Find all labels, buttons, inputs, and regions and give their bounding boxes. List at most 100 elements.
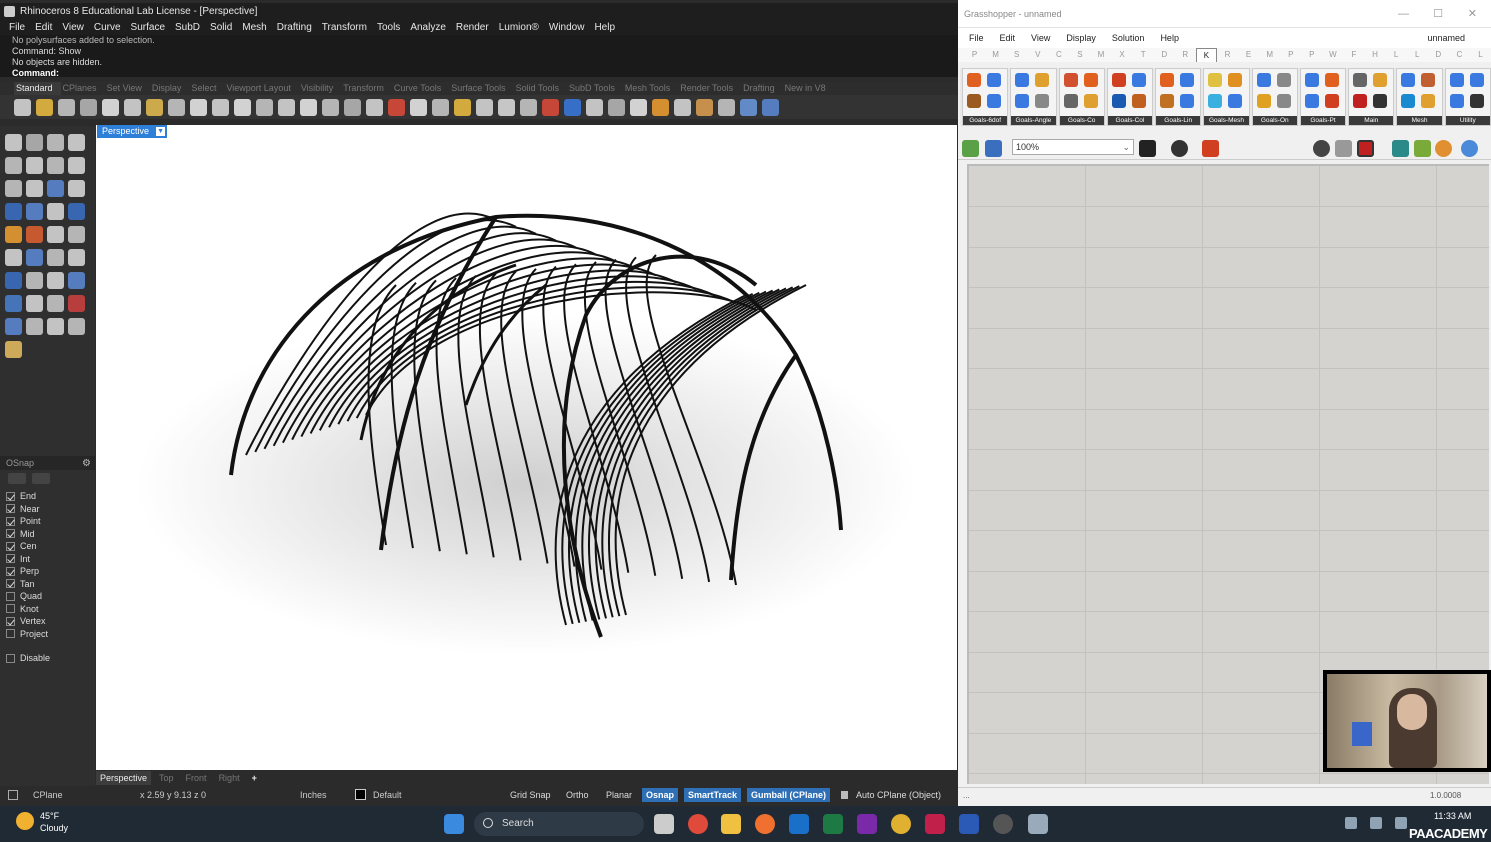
cage-icon[interactable] (5, 249, 22, 266)
gh-tab[interactable]: L (1470, 48, 1491, 62)
component-icon[interactable] (1180, 73, 1195, 87)
arc-icon[interactable] (5, 180, 22, 197)
component-icon[interactable] (1160, 73, 1175, 87)
component-icon[interactable] (1111, 73, 1126, 87)
toolbar-tab-mesh-tools[interactable]: Mesh Tools (623, 82, 678, 95)
gh-tab[interactable]: E (1238, 48, 1259, 62)
gh-tab[interactable]: M (1259, 48, 1280, 62)
menu-lumion[interactable]: Lumion® (494, 20, 544, 35)
osnap-point[interactable]: Point (0, 515, 95, 528)
menu-file[interactable]: File (4, 20, 30, 35)
boolean-icon[interactable] (68, 272, 85, 289)
gh-tab[interactable]: L (1407, 48, 1428, 62)
gumball-icon[interactable] (68, 295, 85, 312)
extrude-icon[interactable] (5, 203, 22, 220)
gh-tab[interactable]: P (964, 48, 985, 62)
indesign-icon[interactable] (925, 814, 945, 834)
polyline-icon[interactable] (47, 134, 64, 151)
plugins-icon[interactable] (674, 98, 691, 116)
display-sphere-icon[interactable] (1461, 140, 1478, 157)
explode-icon[interactable] (26, 226, 43, 243)
osnap-checkbox[interactable] (6, 491, 15, 501)
document-name[interactable]: unnamed (1427, 28, 1473, 48)
file-explorer-icon[interactable] (721, 814, 741, 834)
osnap-checkbox[interactable] (6, 616, 15, 626)
lights-icon[interactable] (454, 98, 471, 116)
component-icon[interactable] (1015, 94, 1030, 108)
minimize-icon[interactable]: — (1398, 0, 1409, 28)
component-icon[interactable] (1324, 73, 1339, 87)
component-icon[interactable] (1131, 94, 1146, 108)
toolbar-tab-curve-tools[interactable]: Curve Tools (392, 82, 449, 95)
help-icon[interactable] (762, 98, 779, 116)
osnap-knot[interactable]: Knot (0, 603, 95, 616)
maximize-icon[interactable]: ☐ (1433, 0, 1443, 28)
component-icon[interactable] (967, 94, 981, 108)
viewport-label-perspective[interactable]: Perspective ▼ (97, 125, 168, 138)
osnap-quad[interactable]: Quad (0, 590, 95, 603)
close-icon[interactable]: ✕ (1468, 0, 1477, 28)
print-icon[interactable] (80, 98, 97, 116)
status-layer[interactable]: Default (373, 786, 402, 804)
zoom-in-icon[interactable] (256, 98, 273, 116)
panel-toggle-icon[interactable] (8, 790, 18, 800)
options-icon[interactable] (696, 98, 713, 116)
gh-tab[interactable]: P (1301, 48, 1322, 62)
move-icon[interactable] (5, 272, 22, 289)
component-icon[interactable] (1256, 94, 1271, 108)
box-icon[interactable] (68, 249, 85, 266)
chevron-up-icon[interactable] (1320, 817, 1332, 829)
layer-color-swatch[interactable] (355, 789, 366, 800)
render-icon[interactable] (564, 98, 581, 116)
mirror-icon[interactable] (5, 318, 22, 335)
text-icon[interactable] (718, 98, 735, 116)
join-icon[interactable] (68, 203, 85, 220)
loft-icon[interactable] (26, 203, 43, 220)
ellipse-icon[interactable] (26, 157, 43, 174)
perspective-viewport[interactable] (96, 125, 957, 770)
gh-tab[interactable]: S (1006, 48, 1027, 62)
menu-help[interactable]: Help (589, 20, 620, 35)
hide-icon[interactable] (498, 98, 515, 116)
menu-window[interactable]: Window (544, 20, 590, 35)
osnap-int[interactable]: Int (0, 553, 95, 566)
gh-menu-view[interactable]: View (1031, 28, 1058, 48)
gumball-button[interactable]: Gumball (CPlane) (747, 788, 831, 802)
component-icon[interactable] (1421, 94, 1436, 108)
start-icon[interactable] (444, 814, 464, 834)
slack-icon[interactable] (891, 814, 911, 834)
component-icon[interactable] (1035, 94, 1050, 108)
component-icon[interactable] (1469, 73, 1484, 87)
toolbar-tab-render-tools[interactable]: Render Tools (678, 82, 741, 95)
paste-icon[interactable] (168, 98, 185, 116)
menu-view[interactable]: View (57, 20, 89, 35)
menu-curve[interactable]: Curve (89, 20, 126, 35)
onenote-icon[interactable] (857, 814, 877, 834)
cloud-icon[interactable] (1345, 817, 1357, 829)
sphere-icon[interactable] (47, 180, 64, 197)
display-mode-icon[interactable] (630, 98, 647, 116)
osnap-tan[interactable]: Tan (0, 578, 95, 591)
pan-icon[interactable] (212, 98, 229, 116)
add-viewport-tab-icon[interactable]: + (248, 771, 261, 785)
toolbar-tab-select[interactable]: Select (189, 82, 224, 95)
component-icon[interactable] (967, 73, 981, 87)
gh-tab[interactable]: D (1154, 48, 1175, 62)
toolbar-tab-solid-tools[interactable]: Solid Tools (514, 82, 567, 95)
menu-mesh[interactable]: Mesh (237, 20, 271, 35)
menu-render[interactable]: Render (451, 20, 494, 35)
sun-icon[interactable] (542, 98, 559, 116)
osnap-cen[interactable]: Cen (0, 540, 95, 553)
osnap-checkbox[interactable] (6, 516, 15, 526)
sketch-icon[interactable] (1202, 140, 1219, 157)
gh-tab[interactable]: F (1343, 48, 1364, 62)
zoom-selected-icon[interactable] (322, 98, 339, 116)
eye-icon[interactable] (1171, 140, 1188, 157)
taskbar-clock[interactable]: 11:33 AM (1434, 810, 1471, 823)
microphone-icon[interactable] (1370, 817, 1382, 829)
rhino-taskbar-icon[interactable] (1028, 814, 1048, 834)
component-icon[interactable] (987, 73, 1001, 87)
obs-icon[interactable] (993, 814, 1013, 834)
open-icon[interactable] (36, 98, 53, 116)
mesh-quality-icon[interactable] (1414, 140, 1431, 157)
